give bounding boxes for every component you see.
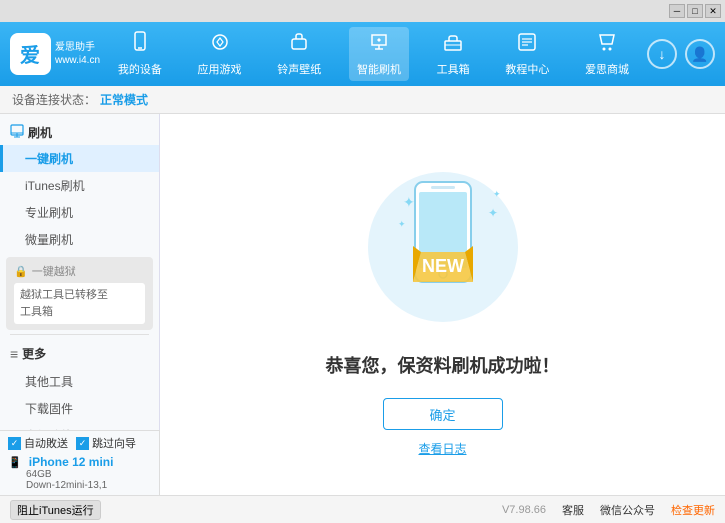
title-bar: ─ □ ✕: [0, 0, 725, 22]
customer-service-link[interactable]: 客服: [562, 502, 584, 518]
status-value: 正常模式: [100, 91, 148, 108]
wechat-link[interactable]: 微信公众号: [600, 502, 655, 518]
itunes-status: 阻止iTunes运行: [10, 500, 101, 520]
nav-shop[interactable]: 爱思商城: [577, 27, 637, 81]
skip-wizard-check-box: ✓: [76, 437, 89, 450]
download-button[interactable]: ↓: [647, 39, 677, 69]
nav-items: 我的设备 应用游戏 铃声壁纸: [100, 27, 647, 81]
toolbox-icon: [442, 31, 464, 59]
more-section-header: ≡ 更多: [0, 339, 159, 368]
svg-text:✦: ✦: [488, 206, 498, 220]
device-info: 📱 iPhone 12 mini 64GB Down-12mini-13,1: [8, 455, 151, 491]
user-button[interactable]: 👤: [685, 39, 715, 69]
check-update-link[interactable]: 检查更新: [671, 502, 715, 518]
minimize-button[interactable]: ─: [669, 4, 685, 18]
locked-label: 🔒 一键越狱: [14, 263, 145, 279]
content-area: NEW ✦ ✦ ✦ ✦ 恭喜您，保资料刷机成功啦！ 确定 查看日志: [160, 114, 725, 495]
svg-text:✦: ✦: [403, 194, 415, 210]
ringtone-icon: [288, 31, 310, 59]
svg-text:爱: 爱: [20, 44, 40, 67]
flash-section-header: 刷机: [0, 120, 159, 145]
nav-toolbox[interactable]: 工具箱: [429, 27, 478, 81]
close-button[interactable]: ✕: [705, 4, 721, 18]
bottom-left: 阻止iTunes运行: [10, 500, 101, 520]
logo-icon: 爱: [10, 33, 51, 75]
status-label: 设备连接状态：: [12, 91, 96, 108]
lock-icon: 🔒: [14, 265, 28, 278]
smart-flash-icon: [368, 31, 390, 59]
phone-svg: NEW ✦ ✦ ✦ ✦: [343, 152, 543, 352]
version-label: V7.98.66: [502, 504, 546, 516]
again-link[interactable]: 查看日志: [418, 440, 466, 457]
device-panel: ✓ 自动敗送 ✓ 跳过向导 📱 iPhone 12 mini 64GB Down…: [0, 430, 160, 495]
nav-apps-games[interactable]: 应用游戏: [190, 27, 250, 81]
skip-wizard-checkbox[interactable]: ✓ 跳过向导: [76, 435, 136, 451]
sidebar-divider: [10, 334, 149, 335]
bottom-bar: 阻止iTunes运行 V7.98.66 客服 微信公众号 检查更新: [0, 495, 725, 523]
nav-ringtones[interactable]: 铃声壁纸: [269, 27, 329, 81]
status-bar: 设备连接状态： 正常模式: [0, 86, 725, 114]
sidebar-item-itunes-flash[interactable]: iTunes刷机: [0, 172, 159, 199]
sidebar-item-download-firmware[interactable]: 下载固件: [0, 395, 159, 422]
header-actions: ↓ 👤: [647, 39, 715, 69]
success-title: 恭喜您，保资料刷机成功啦！: [326, 352, 560, 378]
more-icon: ≡: [10, 346, 18, 362]
bottom-right: V7.98.66 客服 微信公众号 检查更新: [502, 502, 715, 518]
tutorial-icon: [516, 31, 538, 59]
svg-text:NEW: NEW: [422, 256, 464, 276]
success-illustration: NEW ✦ ✦ ✦ ✦: [343, 152, 543, 352]
shop-icon: [596, 31, 618, 59]
locked-text: 越狱工具已转移至工具箱: [14, 283, 145, 324]
sidebar-item-other-tools[interactable]: 其他工具: [0, 368, 159, 395]
svg-text:✦: ✦: [493, 189, 501, 199]
checkbox-row: ✓ 自动敗送 ✓ 跳过向导: [8, 435, 151, 451]
svg-text:✦: ✦: [398, 219, 406, 229]
sidebar-item-one-click-flash[interactable]: 一键刷机: [0, 145, 159, 172]
sidebar-item-pro-flash[interactable]: 专业刷机: [0, 199, 159, 226]
auto-dismiss-checkbox[interactable]: ✓ 自动敗送: [8, 435, 68, 451]
stop-itunes-button[interactable]: 阻止iTunes运行: [10, 500, 101, 520]
logo-text: 爱思助手 www.i4.cn: [55, 41, 100, 67]
nav-my-device[interactable]: 我的设备: [110, 27, 170, 81]
apps-icon: [209, 31, 231, 59]
locked-section: 🔒 一键越狱 越狱工具已转移至工具箱: [6, 257, 153, 330]
nav-tutorial[interactable]: 教程中心: [497, 27, 557, 81]
maximize-button[interactable]: □: [687, 4, 703, 18]
confirm-button[interactable]: 确定: [383, 398, 503, 430]
device-phone-icon: 📱: [8, 457, 22, 469]
nav-smart-flash[interactable]: 智能刷机: [349, 27, 409, 81]
sidebar-item-micro-flash[interactable]: 微量刷机: [0, 226, 159, 253]
header: 爱 爱思助手 www.i4.cn 我的设备: [0, 22, 725, 86]
device-icon: [129, 31, 151, 59]
auto-dismiss-check-box: ✓: [8, 437, 21, 450]
flash-header-icon: [10, 124, 24, 141]
logo-area: 爱 爱思助手 www.i4.cn: [10, 33, 100, 75]
